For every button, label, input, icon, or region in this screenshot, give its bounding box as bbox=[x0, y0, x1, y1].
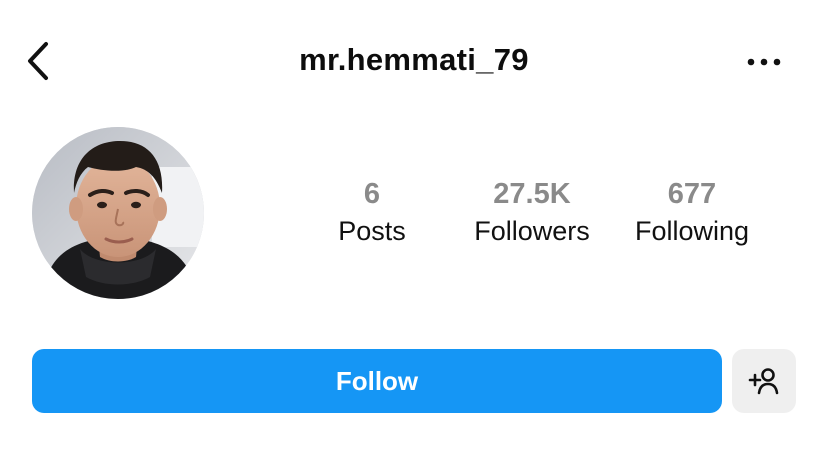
profile-header: mr.hemmati_79 bbox=[0, 0, 828, 120]
following-stat[interactable]: 677 Following bbox=[612, 176, 772, 250]
follow-button[interactable]: Follow bbox=[32, 349, 722, 413]
suggested-accounts-button[interactable] bbox=[732, 349, 796, 413]
posts-stat[interactable]: 6 Posts bbox=[292, 176, 452, 250]
profile-username: mr.hemmati_79 bbox=[299, 42, 529, 77]
posts-label: Posts bbox=[338, 216, 406, 246]
followers-count: 27.5K bbox=[493, 178, 571, 210]
followers-stat[interactable]: 27.5K Followers bbox=[452, 176, 612, 250]
posts-count: 6 bbox=[363, 178, 381, 210]
ellipsis-horizontal-icon bbox=[747, 58, 781, 66]
following-count: 677 bbox=[667, 178, 717, 210]
following-label: Following bbox=[634, 216, 750, 246]
profile-stats: 6 Posts 27.5K Followers 677 Following bbox=[0, 176, 828, 256]
add-person-icon bbox=[748, 368, 779, 395]
more-options-button[interactable] bbox=[744, 52, 784, 72]
followers-label: Followers bbox=[474, 216, 590, 246]
